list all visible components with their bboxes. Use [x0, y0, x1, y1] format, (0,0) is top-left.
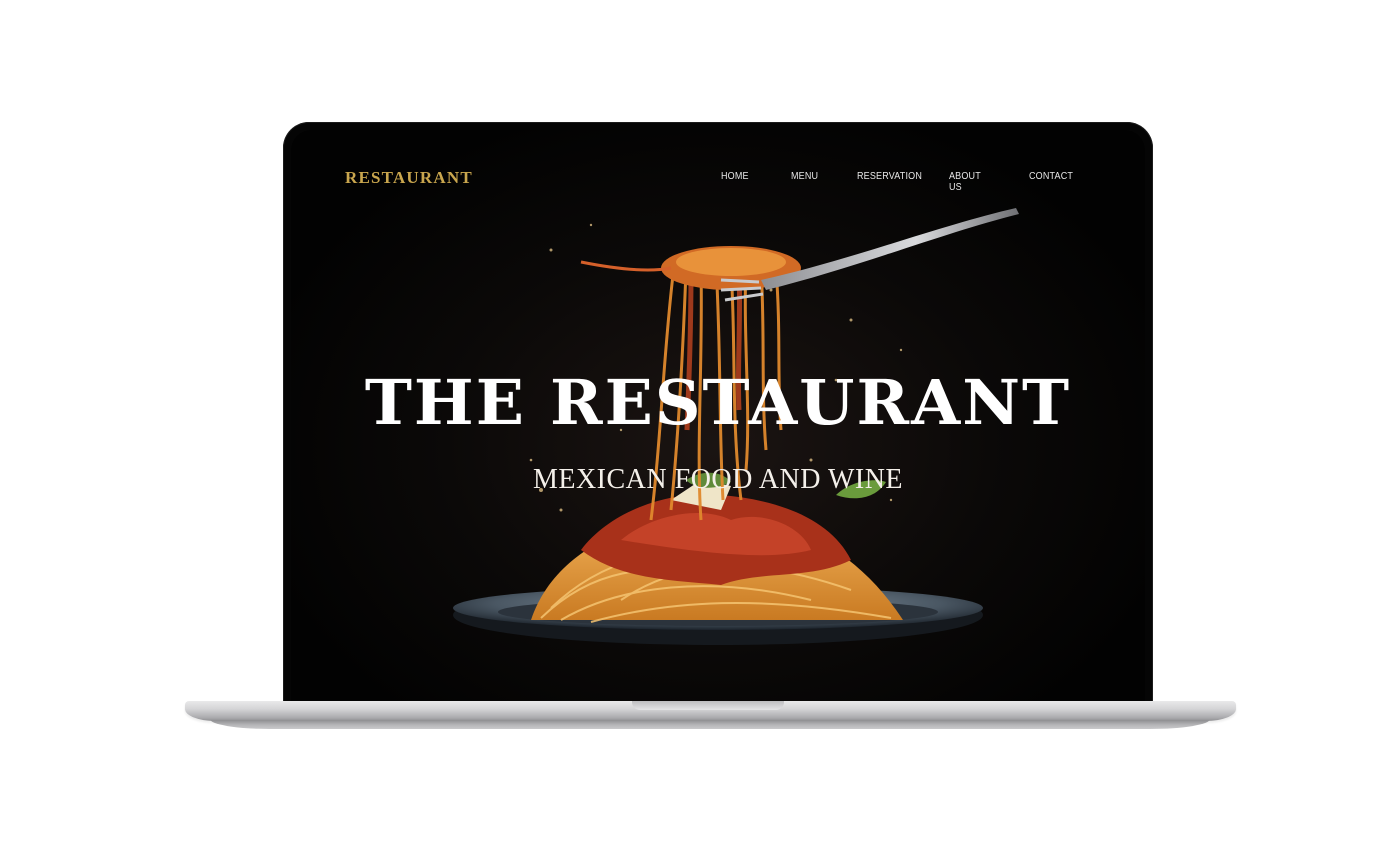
- nav-item-about-us[interactable]: ABOUT US: [949, 171, 981, 193]
- hero-title: THE RESTAURANT: [364, 366, 1072, 439]
- nav-item-reservation[interactable]: RESERVATION: [857, 171, 922, 182]
- brand-logo[interactable]: RESTAURANT: [345, 168, 473, 188]
- website-screen: RESTAURANT HOME MENU RESERVATION ABOUT U…: [291, 130, 1145, 704]
- nav-item-menu[interactable]: MENU: [791, 171, 818, 182]
- laptop-mockup: RESTAURANT HOME MENU RESERVATION ABOUT U…: [0, 0, 1400, 866]
- laptop-hinge-notch: [632, 701, 784, 710]
- laptop-lid: RESTAURANT HOME MENU RESERVATION ABOUT U…: [283, 122, 1153, 704]
- hero-subtitle: MEXICAN FOOD AND WINE: [532, 464, 904, 495]
- nav-item-home[interactable]: HOME: [721, 171, 749, 182]
- nav-item-contact[interactable]: CONTACT: [1029, 171, 1073, 182]
- top-navigation: RESTAURANT HOME MENU RESERVATION ABOUT U…: [291, 168, 1145, 193]
- nav-menu: HOME MENU RESERVATION ABOUT US CONTACT: [721, 171, 1073, 193]
